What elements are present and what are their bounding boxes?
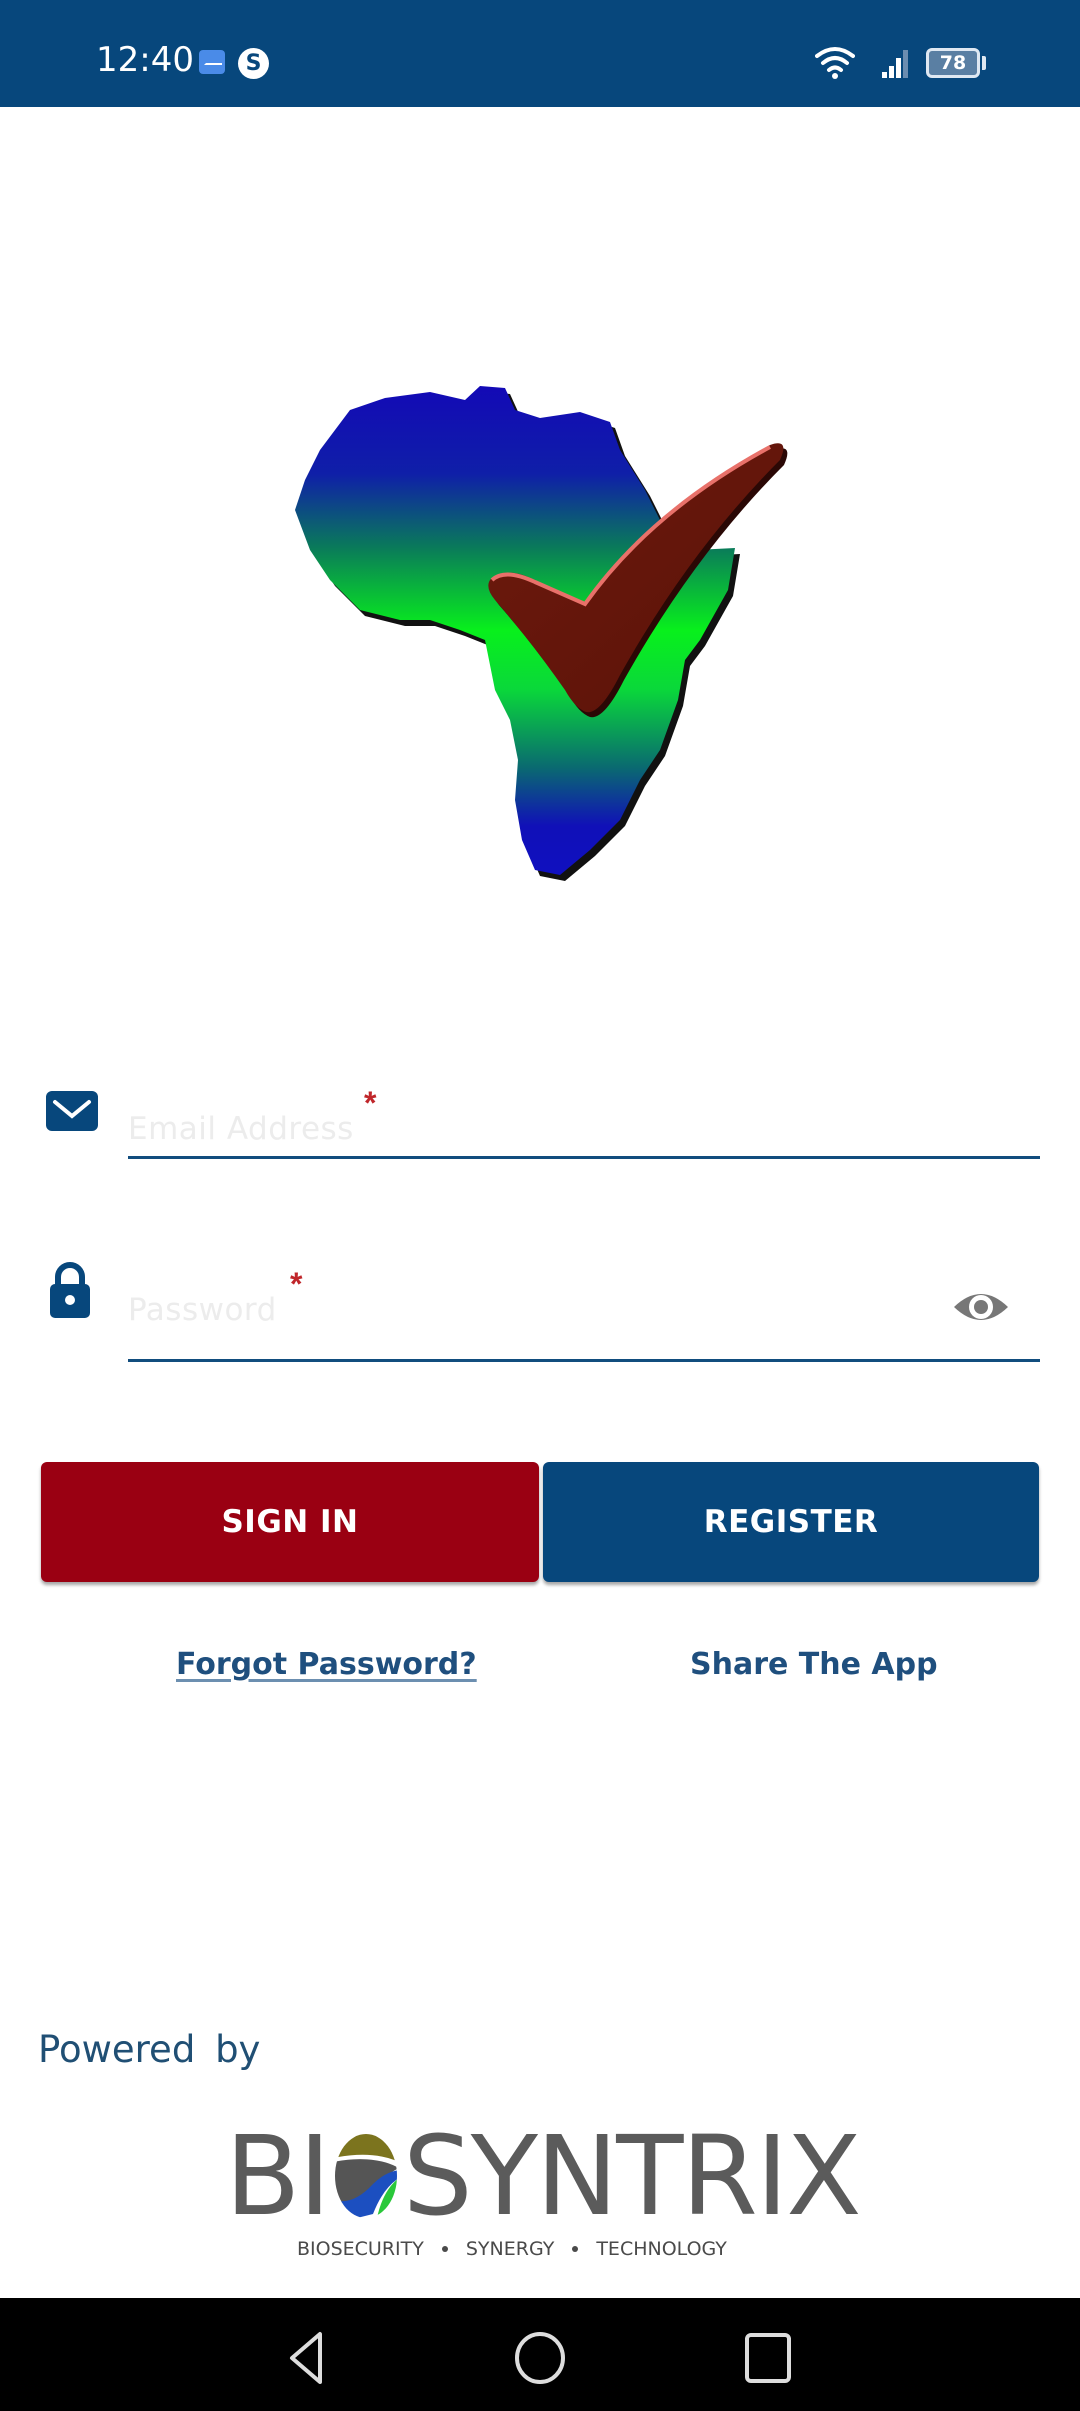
recents-icon[interactable] [738,2328,798,2388]
forgot-password-link[interactable]: Forgot Password? [176,1647,477,1682]
tagline-item: BIOSECURITY [297,2238,424,2260]
tagline-separator [441,2246,448,2252]
status-bar: 12:40 S 78 [0,0,1080,107]
register-button[interactable]: REGISTER [543,1462,1039,1582]
powered-by-label: Powered by [38,2028,261,2071]
app-logo [290,380,790,890]
mail-notification-icon [199,50,225,74]
battery-tip [982,56,986,70]
home-icon[interactable] [510,2328,570,2388]
envelope-icon [46,1091,98,1131]
battery-icon: 78 [926,48,980,78]
back-icon[interactable] [278,2328,338,2388]
email-required-mark: * [364,1085,377,1121]
tagline-separator [572,2246,579,2252]
skype-icon: S [238,48,269,79]
brand-tagline: BIOSECURITY SYNERGY TECHNOLOGY [297,2238,727,2260]
password-required-mark: * [290,1266,303,1302]
brand-text-right: SYNTRIX [402,2112,862,2240]
password-placeholder: Password [128,1292,277,1328]
email-placeholder: Email Address [128,1111,354,1147]
system-nav-bar [0,2298,1080,2411]
password-input[interactable]: Password * [128,1262,1040,1362]
sign-in-button[interactable]: SIGN IN [41,1462,539,1582]
tagline-item: SYNERGY [465,2238,555,2260]
email-input[interactable]: Email Address * [128,1085,1040,1159]
wifi-icon [815,47,855,79]
eye-icon[interactable] [952,1278,1010,1336]
email-field-row: Email Address * [0,1085,1080,1165]
brand-text-left: BI [225,2112,331,2240]
tagline-item: TECHNOLOGY [596,2238,727,2260]
lock-icon [50,1262,90,1318]
share-app-link[interactable]: Share The App [690,1647,938,1682]
signal-icon [882,50,908,78]
brand-orb-icon [334,2134,397,2218]
biosyntrix-logo: BI SYNTRIX [225,2112,862,2240]
password-field-row: Password * [0,1262,1080,1362]
status-time: 12:40 [96,40,194,80]
africa-checkmark-logo [295,386,788,881]
